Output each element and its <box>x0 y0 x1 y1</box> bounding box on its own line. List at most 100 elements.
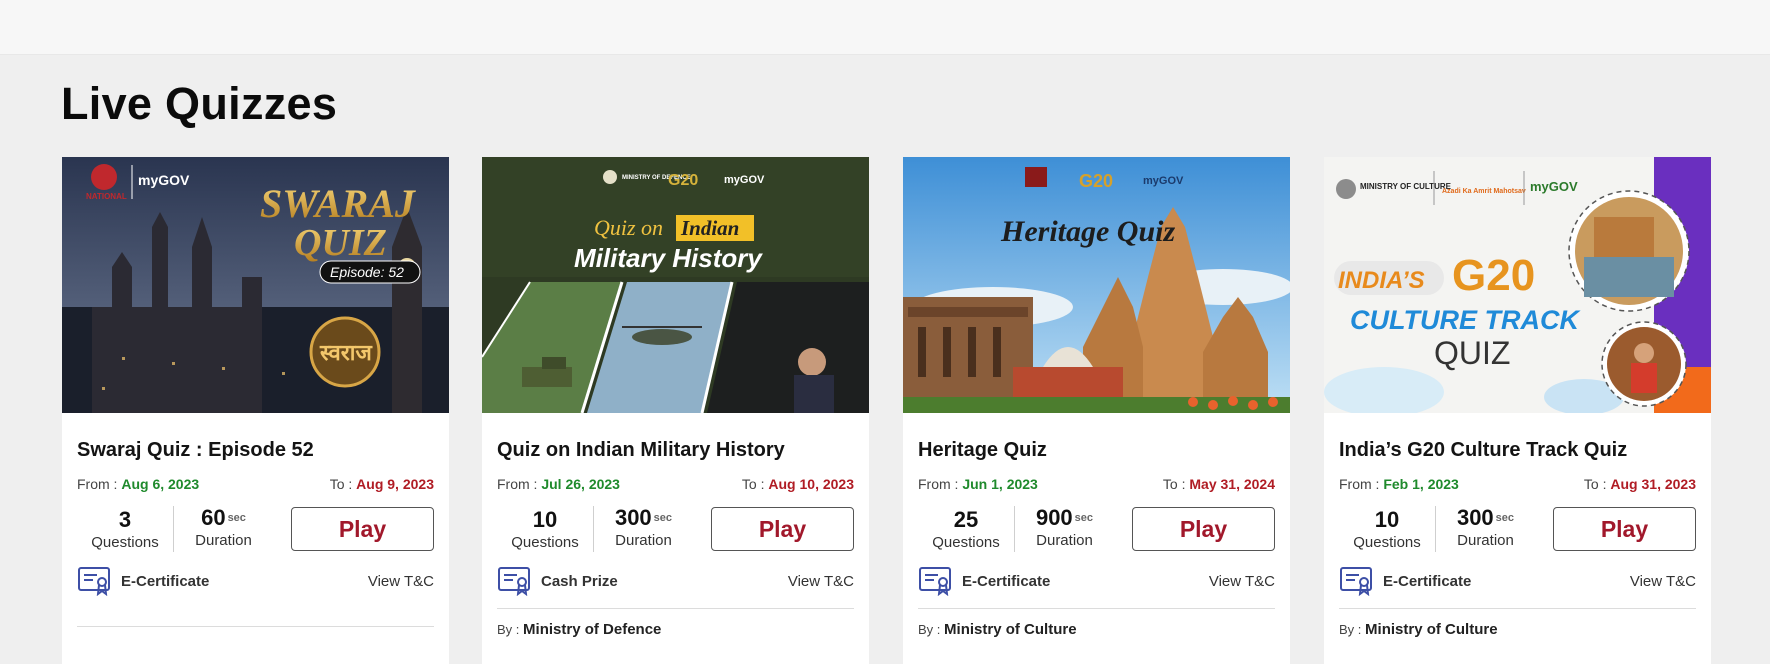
quiz-card[interactable]: NATIONAL myGOV SWARAJ QUIZ Episode: 52 स… <box>62 157 449 664</box>
from-date: From : Feb 1, 2023 <box>1339 476 1459 492</box>
certificate-icon <box>1340 567 1372 596</box>
play-button[interactable]: Play <box>1132 507 1275 551</box>
by-ministry-name: Ministry of Culture <box>944 621 1077 638</box>
duration-value: 900 <box>1035 505 1073 530</box>
section-title: Live Quizzes <box>61 78 338 129</box>
duration-unit: sec <box>227 512 246 524</box>
from-label: From : <box>918 476 959 492</box>
questions-stat: 3 Questions <box>77 507 173 551</box>
to-date-value: May 31, 2024 <box>1189 476 1275 492</box>
national-logo-text: NATIONAL <box>86 192 127 201</box>
questions-count: 25 <box>953 506 979 532</box>
reward-label: Cash Prize <box>541 572 618 590</box>
view-tnc-link[interactable]: View T&C <box>1209 573 1275 590</box>
by-ministry: By : Ministry of Defence <box>497 621 854 638</box>
banner-heading-1: INDIA’S <box>1338 267 1425 294</box>
duration-value: 300 <box>1456 505 1494 530</box>
g20-logo-text: G20 <box>668 172 698 189</box>
to-date: To : Aug 10, 2023 <box>742 476 854 492</box>
duration-stat: 900 sec Duration <box>1014 506 1114 552</box>
banner-heading-2: Military History <box>574 243 763 273</box>
banner-heading-2: QUIZ <box>294 222 387 264</box>
duration-stat: 60 sec Duration <box>173 506 273 552</box>
duration-label: Duration <box>195 532 252 549</box>
from-label: From : <box>77 476 118 492</box>
banner-heading-3: QUIZ <box>1434 335 1510 371</box>
questions-count: 10 <box>1374 506 1400 532</box>
by-ministry-name: Ministry of Defence <box>523 621 662 638</box>
from-date: From : Jul 26, 2023 <box>497 476 620 492</box>
play-button[interactable]: Play <box>711 507 854 551</box>
certificate-icon <box>78 567 110 596</box>
to-label: To : <box>1583 476 1607 492</box>
view-tnc-link[interactable]: View T&C <box>788 573 854 590</box>
to-date-value: Aug 10, 2023 <box>768 476 854 492</box>
culture-ministry-logo-text: MINISTRY OF CULTURE <box>1360 182 1452 191</box>
azadi-logo-text: Azadi Ka Amrit Mahotsav <box>1442 188 1526 195</box>
questions-label: Questions <box>1353 533 1421 551</box>
certificate-icon <box>498 567 530 596</box>
from-date-value: Feb 1, 2023 <box>1383 476 1459 492</box>
quiz-card[interactable]: G20 myGOV Heritage Quiz Heritage Quiz Fr… <box>903 157 1290 664</box>
mygov-logo-text: myGOV <box>138 172 190 188</box>
by-ministry: By : Ministry of Culture <box>1339 621 1696 638</box>
banner-heading-1b: Indian <box>680 216 739 240</box>
card-divider <box>497 608 854 609</box>
from-date: From : Jun 1, 2023 <box>918 476 1038 492</box>
questions-stat: 10 Questions <box>1339 506 1435 551</box>
view-tnc-link[interactable]: View T&C <box>368 573 434 590</box>
from-date-value: Jun 1, 2023 <box>962 476 1038 492</box>
questions-label: Questions <box>511 533 579 551</box>
quiz-title[interactable]: Swaraj Quiz : Episode 52 <box>77 439 434 462</box>
swaraj-emblem-text: स्वराज <box>319 341 373 366</box>
play-button[interactable]: Play <box>291 507 434 551</box>
quiz-banner-image[interactable]: G20 myGOV Heritage Quiz <box>903 157 1290 413</box>
to-date-value: Aug 31, 2023 <box>1610 476 1696 492</box>
quiz-cards-row: NATIONAL myGOV SWARAJ QUIZ Episode: 52 स… <box>62 157 1712 664</box>
questions-stat: 10 Questions <box>497 506 593 551</box>
episode-badge: Episode: 52 <box>330 264 404 280</box>
by-label: By : <box>1339 622 1362 637</box>
quiz-banner-image[interactable]: NATIONAL myGOV SWARAJ QUIZ Episode: 52 स… <box>62 157 449 413</box>
questions-count: 10 <box>532 506 558 532</box>
quiz-title[interactable]: Quiz on Indian Military History <box>497 439 854 462</box>
quiz-banner-image[interactable]: MINISTRY OF CULTURE Azadi Ka Amrit Mahot… <box>1324 157 1711 413</box>
mygov-logo-text: myGOV <box>1143 175 1184 187</box>
quiz-title[interactable]: Heritage Quiz <box>918 439 1275 462</box>
to-date: To : Aug 9, 2023 <box>330 476 434 492</box>
play-button[interactable]: Play <box>1553 507 1696 551</box>
to-label: To : <box>329 476 353 492</box>
quiz-card[interactable]: MINISTRY OF CULTURE Azadi Ka Amrit Mahot… <box>1324 157 1711 664</box>
by-ministry-name: Ministry of Culture <box>1365 621 1498 638</box>
to-label: To : <box>1162 476 1186 492</box>
view-tnc-link[interactable]: View T&C <box>1630 573 1696 590</box>
duration-label: Duration <box>1457 532 1514 549</box>
banner-heading-2: CULTURE TRACK <box>1350 305 1581 335</box>
duration-unit: sec <box>1074 512 1094 524</box>
from-label: From : <box>1339 476 1380 492</box>
reward-label: E-Certificate <box>121 572 210 590</box>
duration-label: Duration <box>615 532 672 549</box>
quiz-banner-image[interactable]: MINISTRY OF DEFENCE G20 myGOV Quiz on In… <box>482 157 869 413</box>
duration-stat: 300 sec Duration <box>1435 506 1535 552</box>
quiz-card[interactable]: MINISTRY OF DEFENCE G20 myGOV Quiz on In… <box>482 157 869 664</box>
quiz-title[interactable]: India’s G20 Culture Track Quiz <box>1339 439 1696 462</box>
from-date-value: Jul 26, 2023 <box>541 476 620 492</box>
to-date: To : Aug 31, 2023 <box>1584 476 1696 492</box>
card-divider <box>77 626 434 627</box>
certificate-icon <box>919 567 951 596</box>
banner-heading-1: Quiz on <box>594 215 663 240</box>
card-divider <box>1339 608 1696 609</box>
from-label: From : <box>497 476 538 492</box>
reward-label: E-Certificate <box>1383 572 1472 590</box>
questions-label: Questions <box>91 533 159 551</box>
top-header-bar <box>0 0 1770 55</box>
by-label: By : <box>497 622 520 637</box>
duration-stat: 300 sec Duration <box>593 506 693 552</box>
mygov-logo-text: myGOV <box>724 174 765 186</box>
from-date-value: Aug 6, 2023 <box>121 476 200 492</box>
duration-unit: sec <box>653 512 673 524</box>
to-date-value: Aug 9, 2023 <box>356 476 434 492</box>
card-divider <box>918 608 1275 609</box>
banner-heading-1b: G20 <box>1452 251 1535 300</box>
